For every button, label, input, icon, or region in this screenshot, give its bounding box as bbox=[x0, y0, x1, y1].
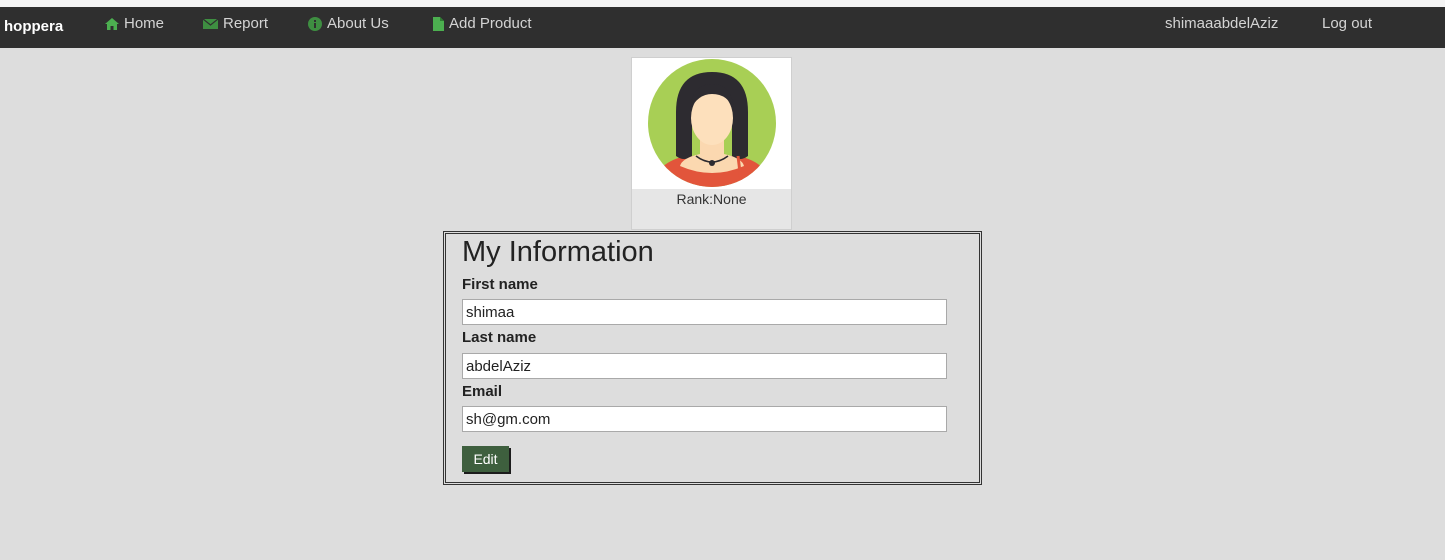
profile-card: Rank:None bbox=[631, 57, 792, 230]
nav-report-label: Report bbox=[223, 15, 269, 32]
report-icon bbox=[203, 18, 218, 29]
info-icon bbox=[308, 17, 322, 31]
first-name-label: First name bbox=[462, 276, 538, 293]
nav-home-label: Home bbox=[124, 15, 165, 32]
rank-label: Rank:None bbox=[676, 191, 747, 207]
navbar: hoppera Home Report About Us Add Product… bbox=[0, 7, 1445, 48]
panel-title: My Information bbox=[462, 236, 654, 268]
nav-about-link[interactable]: About Us bbox=[308, 14, 389, 34]
document-icon bbox=[433, 17, 444, 31]
home-icon bbox=[105, 18, 119, 30]
last-name-field[interactable] bbox=[462, 353, 947, 379]
nav-add-product-label: Add Product bbox=[449, 15, 532, 32]
logout-link[interactable]: Log out bbox=[1322, 14, 1372, 34]
nav-home-link[interactable]: Home bbox=[105, 14, 164, 34]
female-avatar-icon bbox=[648, 59, 776, 187]
nav-add-product-link[interactable]: Add Product bbox=[433, 14, 532, 34]
first-name-field[interactable] bbox=[462, 299, 947, 325]
nav-about-label: About Us bbox=[327, 15, 389, 32]
email-label: Email bbox=[462, 383, 503, 400]
edit-button[interactable]: Edit bbox=[462, 446, 509, 472]
last-name-label: Last name bbox=[462, 329, 537, 346]
email-field[interactable] bbox=[462, 406, 947, 432]
brand-name[interactable]: hoppera bbox=[4, 18, 63, 35]
username-link[interactable]: shimaaabdelAziz bbox=[1165, 14, 1278, 34]
nav-report-link[interactable]: Report bbox=[203, 14, 268, 34]
my-information-panel: My Information First name Last name Emai… bbox=[443, 231, 982, 485]
top-strip bbox=[0, 0, 1445, 7]
avatar bbox=[632, 58, 791, 189]
